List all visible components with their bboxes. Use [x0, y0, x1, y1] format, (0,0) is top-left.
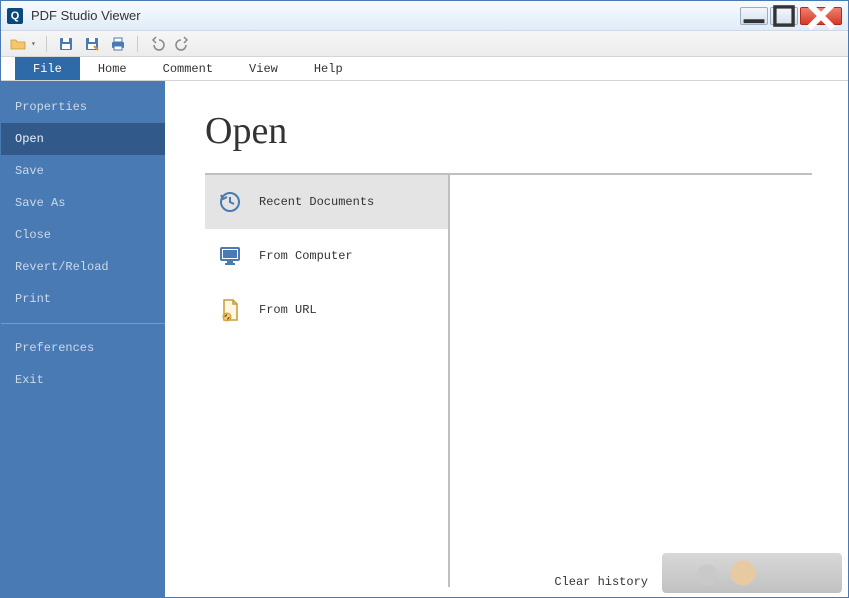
redo-button[interactable] — [174, 35, 192, 53]
open-options-column: Recent Documents From Computer From URL — [205, 175, 450, 587]
watermark-icon — [662, 553, 842, 593]
recent-icon — [217, 189, 243, 215]
ribbon-tabs: File Home Comment View Help — [1, 57, 848, 81]
save-button[interactable] — [57, 35, 75, 53]
body: Properties Open Save Save As Close Rever… — [1, 81, 848, 597]
sidebar-item-label: Close — [15, 228, 51, 242]
minimize-button[interactable] — [740, 7, 768, 25]
window-title: PDF Studio Viewer — [31, 8, 141, 23]
app-icon: Q — [7, 8, 23, 24]
minimize-icon — [741, 3, 767, 29]
sidebar-item-label: Revert/Reload — [15, 260, 109, 274]
tab-home[interactable]: Home — [80, 57, 145, 80]
sidebar-item-label: Save As — [15, 196, 65, 210]
option-label: Recent Documents — [259, 195, 374, 209]
save-as-button[interactable] — [83, 35, 101, 53]
sidebar-item-label: Preferences — [15, 341, 94, 355]
tab-help[interactable]: Help — [296, 57, 361, 80]
sidebar-item-save-as[interactable]: Save As — [1, 187, 165, 219]
option-from-computer[interactable]: From Computer — [205, 229, 448, 283]
quick-access-toolbar: ▾ — [1, 31, 848, 57]
sidebar-item-label: Open — [15, 132, 44, 146]
option-from-url[interactable]: From URL — [205, 283, 448, 337]
option-label: From Computer — [259, 249, 353, 263]
save-as-icon — [84, 36, 100, 52]
maximize-button[interactable] — [770, 7, 798, 25]
separator — [46, 36, 47, 52]
sidebar-item-save[interactable]: Save — [1, 155, 165, 187]
open-dropdown-arrow[interactable]: ▾ — [31, 39, 36, 49]
clear-history-link[interactable]: Clear history — [554, 575, 648, 589]
app-window: Q PDF Studio Viewer ▾ — [0, 0, 849, 598]
tab-view[interactable]: View — [231, 57, 296, 80]
tab-label: Help — [314, 62, 343, 76]
sidebar-item-properties[interactable]: Properties — [1, 91, 165, 123]
tab-label: Home — [98, 62, 127, 76]
url-doc-icon — [217, 297, 243, 323]
sidebar-item-close[interactable]: Close — [1, 219, 165, 251]
content-panel: Open Recent Documents From Computer — [165, 81, 848, 597]
redo-icon — [175, 36, 191, 52]
tab-label: File — [33, 62, 62, 76]
sidebar-item-exit[interactable]: Exit — [1, 364, 165, 396]
titlebar: Q PDF Studio Viewer — [1, 1, 848, 31]
sidebar-item-label: Exit — [15, 373, 44, 387]
option-label: From URL — [259, 303, 317, 317]
print-icon — [110, 36, 126, 52]
sidebar-item-print[interactable]: Print — [1, 283, 165, 315]
open-detail-column — [450, 175, 812, 587]
tab-label: Comment — [163, 62, 213, 76]
page-title: Open — [205, 109, 812, 153]
file-sidebar: Properties Open Save Save As Close Rever… — [1, 81, 165, 597]
tab-file[interactable]: File — [15, 57, 80, 80]
sidebar-separator — [1, 323, 165, 324]
sidebar-item-label: Save — [15, 164, 44, 178]
folder-open-icon — [10, 36, 26, 52]
undo-icon — [149, 36, 165, 52]
content-columns: Recent Documents From Computer From URL — [205, 175, 812, 587]
computer-icon — [217, 243, 243, 269]
save-icon — [58, 36, 74, 52]
print-button[interactable] — [109, 35, 127, 53]
sidebar-item-label: Properties — [15, 100, 87, 114]
maximize-icon — [771, 3, 797, 29]
sidebar-item-open[interactable]: Open — [1, 123, 165, 155]
window-controls — [740, 7, 842, 25]
tab-comment[interactable]: Comment — [145, 57, 231, 80]
option-recent-documents[interactable]: Recent Documents — [205, 175, 448, 229]
sidebar-item-label: Print — [15, 292, 51, 306]
undo-button[interactable] — [148, 35, 166, 53]
sidebar-item-preferences[interactable]: Preferences — [1, 332, 165, 364]
separator — [137, 36, 138, 52]
sidebar-item-revert[interactable]: Revert/Reload — [1, 251, 165, 283]
open-folder-button[interactable] — [9, 35, 27, 53]
close-window-button[interactable] — [800, 7, 842, 25]
tab-label: View — [249, 62, 278, 76]
